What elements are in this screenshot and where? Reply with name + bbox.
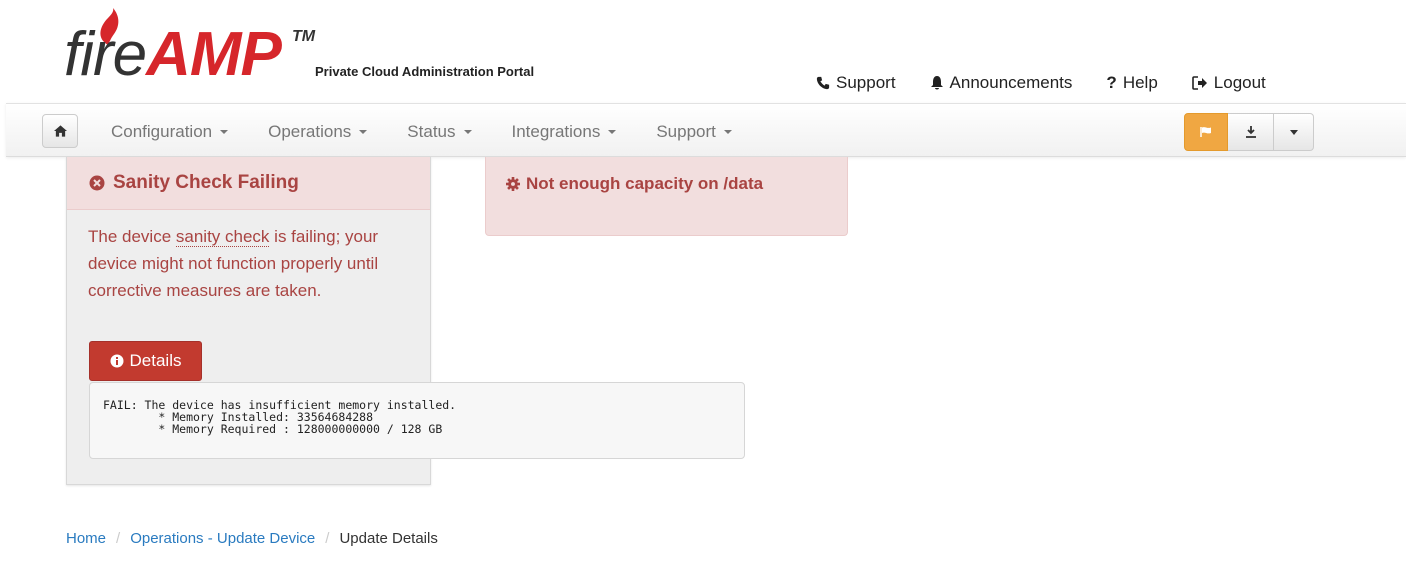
breadcrumb-separator: / xyxy=(116,530,121,547)
help-link-label: Help xyxy=(1122,73,1158,92)
brand-name: fireAMP xyxy=(64,20,282,89)
announcements-link[interactable]: Announcements xyxy=(930,73,1073,93)
nav-integrations-label: Integrations xyxy=(511,122,601,141)
support-link[interactable]: Support xyxy=(816,73,896,93)
phone-icon xyxy=(816,76,830,90)
nav-support-label: Support xyxy=(656,122,716,141)
caret-down-icon xyxy=(608,130,617,134)
capacity-alert-message: Not enough capacity on /data xyxy=(526,174,764,193)
details-output: FAIL: The device has insufficient memory… xyxy=(89,382,745,459)
logout-icon xyxy=(1191,76,1207,90)
breadcrumb-home-link[interactable]: Home xyxy=(66,530,106,547)
logout-link-label: Logout xyxy=(1213,73,1266,92)
top-links: Support Announcements ? Help Logout xyxy=(816,73,1266,93)
caret-down-icon xyxy=(220,130,229,134)
notifications-flag-button[interactable] xyxy=(1184,113,1228,151)
download-icon xyxy=(1245,126,1256,138)
caret-down-icon xyxy=(463,130,472,134)
home-button[interactable] xyxy=(42,114,78,148)
announcements-link-label: Announcements xyxy=(949,73,1073,92)
portal-subtitle: Private Cloud Administration Portal xyxy=(315,64,535,79)
help-link[interactable]: ? Help xyxy=(1106,73,1157,93)
capacity-alert: Not enough capacity on /data xyxy=(506,174,763,194)
navbar-button-group xyxy=(1184,113,1314,151)
times-circle-icon xyxy=(89,175,105,191)
caret-down-icon xyxy=(359,130,368,134)
details-button[interactable]: Details xyxy=(89,341,202,381)
capacity-alert-panel: Not enough capacity on /data xyxy=(485,157,848,236)
nav-configuration-label: Configuration xyxy=(111,122,213,141)
sanity-check-term[interactable]: sanity check xyxy=(175,227,270,247)
nav-configuration-dropdown[interactable]: Configuration xyxy=(111,122,229,142)
trademark: TM xyxy=(292,28,316,45)
sanity-check-message: The device sanity check is failing; your… xyxy=(88,227,379,300)
caret-down-icon xyxy=(723,130,732,134)
gear-icon xyxy=(506,177,520,191)
more-dropdown-button[interactable] xyxy=(1274,113,1314,151)
nav-operations-label: Operations xyxy=(268,122,352,141)
breadcrumb-separator: / xyxy=(325,530,330,547)
fireamp-logo: fireAMP TM Private Cloud Administration … xyxy=(64,4,624,94)
breadcrumb: Home / Operations - Update Device / Upda… xyxy=(66,530,438,547)
logout-link[interactable]: Logout xyxy=(1191,73,1266,93)
caret-down-icon xyxy=(1289,129,1298,135)
breadcrumb-operations-link[interactable]: Operations - Update Device xyxy=(130,530,315,547)
sanity-check-title: Sanity Check Failing xyxy=(113,172,299,193)
nav-operations-dropdown[interactable]: Operations xyxy=(268,122,368,142)
main-navbar: Configuration Operations Status Integrat… xyxy=(6,103,1406,157)
home-icon xyxy=(53,125,67,137)
question-icon: ? xyxy=(1106,73,1117,92)
details-button-label: Details xyxy=(129,351,182,370)
download-button[interactable] xyxy=(1228,113,1274,151)
nav-menu: Configuration Operations Status Integrat… xyxy=(111,122,772,142)
nav-status-label: Status xyxy=(407,122,456,141)
bell-icon xyxy=(930,76,943,90)
sanity-check-panel-header: Sanity Check Failing xyxy=(67,157,430,210)
nav-status-dropdown[interactable]: Status xyxy=(407,122,472,142)
info-circle-icon xyxy=(110,354,124,368)
nav-support-dropdown[interactable]: Support xyxy=(656,122,732,142)
support-link-label: Support xyxy=(836,73,896,92)
flag-icon xyxy=(1200,127,1211,137)
breadcrumb-current: Update Details xyxy=(339,530,438,547)
nav-integrations-dropdown[interactable]: Integrations xyxy=(512,122,617,142)
